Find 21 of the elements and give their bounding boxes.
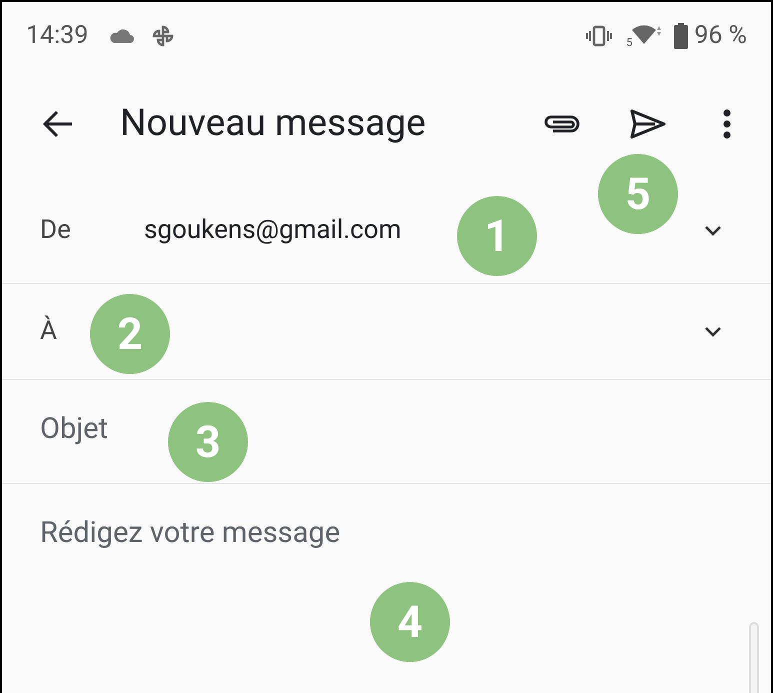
battery-percent: 96 % <box>694 20 747 52</box>
more-options-icon[interactable] <box>723 109 731 139</box>
back-arrow-icon[interactable] <box>42 110 74 138</box>
callout-number: 5 <box>598 154 678 234</box>
send-icon[interactable] <box>629 108 667 140</box>
callout-number: 3 <box>168 402 248 482</box>
screen-title: Nouveau message <box>120 101 426 148</box>
paperclip-icon[interactable] <box>543 113 581 135</box>
status-time: 14:39 <box>26 20 88 52</box>
callout-number: 4 <box>370 582 450 662</box>
wifi-band-label: 5 <box>626 37 632 48</box>
scroll-handle[interactable] <box>749 622 759 693</box>
callout-number: 2 <box>90 294 170 374</box>
cloud-icon <box>108 28 134 44</box>
from-address[interactable]: sgoukens@gmail.com <box>144 211 402 250</box>
vibrate-icon <box>586 25 612 47</box>
from-label: De <box>40 214 72 247</box>
callout-number: 1 <box>457 196 537 276</box>
message-body-field[interactable]: Rédigez votre message <box>40 512 725 572</box>
battery-icon <box>674 23 688 49</box>
to-label: À <box>40 314 57 348</box>
